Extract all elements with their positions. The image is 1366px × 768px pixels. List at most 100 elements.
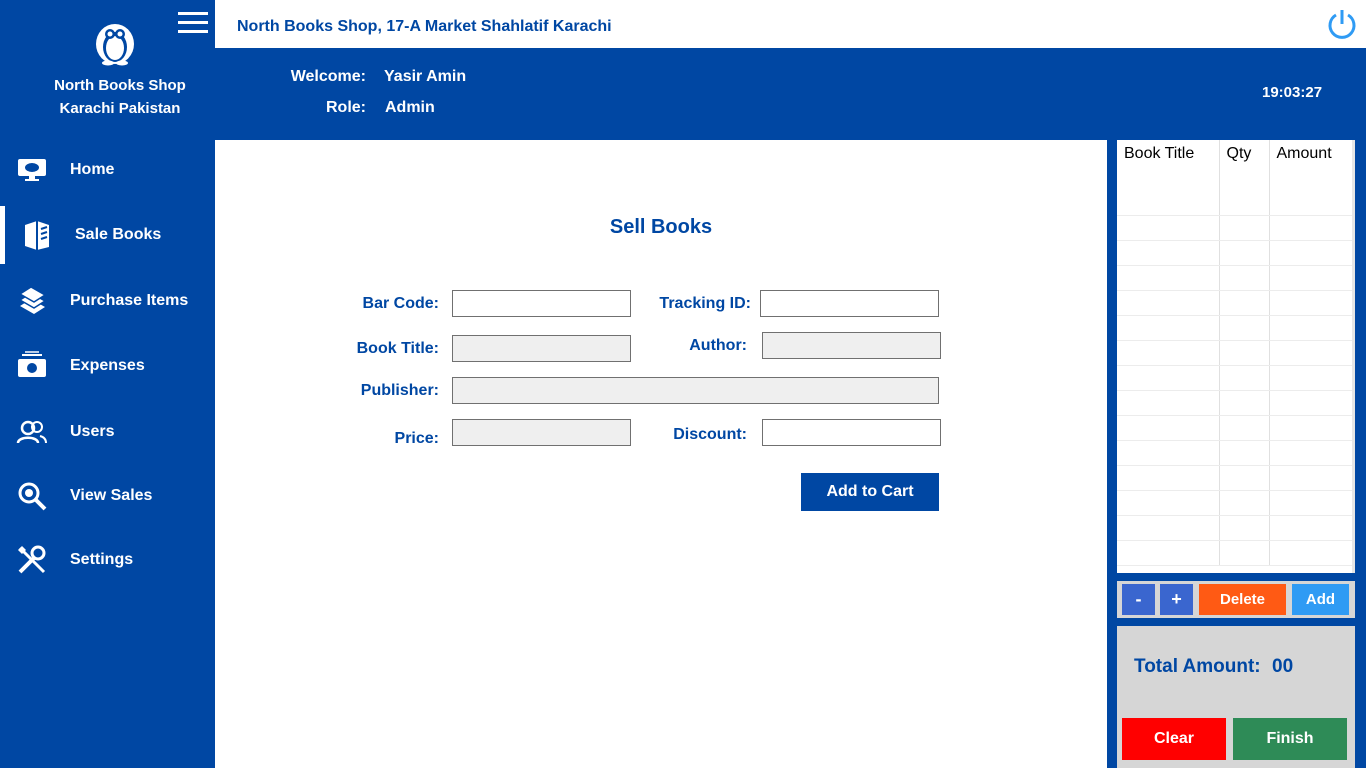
users-icon: [16, 416, 48, 448]
cart-cell: [1269, 490, 1354, 516]
nav-item-expenses[interactable]: Expenses: [0, 342, 215, 390]
book-stack-icon: [16, 285, 48, 317]
nav-label-view-sales: View Sales: [70, 487, 153, 504]
monitor-icon: [16, 154, 48, 186]
cart-cell: [1269, 265, 1354, 291]
nav-item-settings[interactable]: Settings: [0, 536, 215, 584]
nav-item-home[interactable]: Home: [0, 146, 215, 194]
nav-label-settings: Settings: [70, 551, 134, 568]
decrease-qty-button[interactable]: -: [1122, 584, 1155, 615]
publisher-label: Publisher:: [360, 382, 439, 399]
cart-row[interactable]: [1117, 290, 1354, 316]
total-panel: Total Amount: 00 Clear Finish: [1117, 626, 1355, 768]
sell-books-panel: Sell Books Bar Code: Tracking ID: Book T…: [215, 140, 1107, 768]
cart-cell: [1219, 240, 1270, 266]
tracking-id-input[interactable]: [760, 290, 939, 317]
cart-cell: [1219, 265, 1270, 291]
nav-item-sale-books[interactable]: Sale Books: [0, 206, 215, 264]
cart-row[interactable]: [1117, 265, 1354, 291]
cart-cell: [1219, 440, 1270, 466]
finish-button[interactable]: Finish: [1233, 718, 1347, 760]
add-to-cart-button[interactable]: Add to Cart: [801, 473, 939, 511]
author-label: Author:: [689, 337, 747, 354]
cart-row[interactable]: [1117, 465, 1354, 491]
bar-code-input[interactable]: [452, 290, 631, 317]
cart-scrollbar[interactable]: [1352, 140, 1355, 573]
nav-item-view-sales[interactable]: View Sales: [0, 472, 215, 520]
cart-row[interactable]: [1117, 490, 1354, 516]
cart-cell: [1219, 365, 1270, 391]
welcome-label: Welcome:: [290, 68, 366, 85]
tracking-id-label: Tracking ID:: [659, 295, 751, 312]
cart-cell: [1269, 315, 1354, 341]
cart-cell: [1117, 340, 1220, 366]
cart-cell: [1269, 365, 1354, 391]
cart-cell: [1117, 365, 1220, 391]
author-field[interactable]: [762, 332, 941, 359]
cart-cell: [1269, 465, 1354, 491]
cart-row[interactable]: [1117, 365, 1354, 391]
discount-label: Discount:: [673, 426, 747, 443]
money-icon: [16, 350, 48, 382]
cart-column-amount[interactable]: Amount: [1269, 140, 1354, 190]
cart-cell: [1117, 240, 1220, 266]
cart-row[interactable]: [1117, 390, 1354, 416]
book-title-label: Book Title:: [356, 340, 439, 357]
cart-row[interactable]: [1117, 340, 1354, 366]
cart-row[interactable]: [1117, 315, 1354, 341]
nav-label-home: Home: [70, 161, 115, 178]
book-title-field[interactable]: [452, 335, 631, 362]
cart-row[interactable]: [1117, 215, 1354, 241]
cart-body: [1117, 190, 1354, 566]
nav-item-purchase-items[interactable]: Purchase Items: [0, 277, 215, 325]
cart-cell: [1219, 190, 1270, 216]
tools-icon: [16, 544, 48, 576]
add-button[interactable]: Add: [1292, 584, 1349, 615]
cart-cell: [1117, 490, 1220, 516]
cart-row[interactable]: [1117, 415, 1354, 441]
publisher-field[interactable]: [452, 377, 939, 404]
cart-cell: [1117, 190, 1220, 216]
cart-cell: [1219, 415, 1270, 441]
cart-cell: [1269, 415, 1354, 441]
cart-row[interactable]: [1117, 515, 1354, 541]
cart-cell: [1117, 215, 1220, 241]
clear-button[interactable]: Clear: [1122, 718, 1226, 760]
clock: 19:03:27: [1262, 84, 1323, 101]
cart-row[interactable]: [1117, 240, 1354, 266]
role-label: Role:: [326, 99, 366, 116]
cart-cell: [1269, 290, 1354, 316]
cart-cell: [1117, 390, 1220, 416]
cart-row[interactable]: [1117, 190, 1354, 216]
bar-code-label: Bar Code:: [362, 295, 439, 312]
cart-row[interactable]: [1117, 540, 1354, 566]
page-title: Sell Books: [609, 216, 713, 238]
hamburger-menu-icon[interactable]: [178, 12, 208, 34]
nav-label-expenses: Expenses: [70, 357, 145, 374]
increase-qty-button[interactable]: +: [1160, 584, 1193, 615]
cart-cell: [1219, 315, 1270, 341]
nav-label-sale-books: Sale Books: [75, 226, 162, 243]
cart-actions: - + Delete Add: [1117, 581, 1355, 618]
nav-item-users[interactable]: Users: [0, 408, 215, 456]
welcome-user: Yasir Amin: [384, 68, 467, 85]
cart-cell: [1269, 215, 1354, 241]
price-label: Price:: [394, 430, 439, 447]
cart-column-qty[interactable]: Qty: [1219, 140, 1270, 190]
cart-cell: [1269, 515, 1354, 541]
discount-input[interactable]: [762, 419, 941, 446]
sidebar: North Books Shop Karachi Pakistan Home S…: [0, 0, 215, 768]
cart-cell: [1219, 215, 1270, 241]
cart-cell: [1117, 415, 1220, 441]
nav-label-purchase-items: Purchase Items: [70, 292, 189, 309]
delete-button[interactable]: Delete: [1199, 584, 1286, 615]
shop-address: North Books Shop, 17-A Market Shahlatif …: [237, 18, 612, 35]
cart-row[interactable]: [1117, 440, 1354, 466]
cart-cell: [1269, 540, 1354, 566]
cart-cell: [1269, 240, 1354, 266]
power-icon[interactable]: [1326, 8, 1358, 40]
top-bar: North Books Shop, 17-A Market Shahlatif …: [215, 0, 1366, 48]
cart-cell: [1269, 440, 1354, 466]
price-field[interactable]: [452, 419, 631, 446]
cart-column-book-title[interactable]: Book Title: [1117, 140, 1220, 190]
